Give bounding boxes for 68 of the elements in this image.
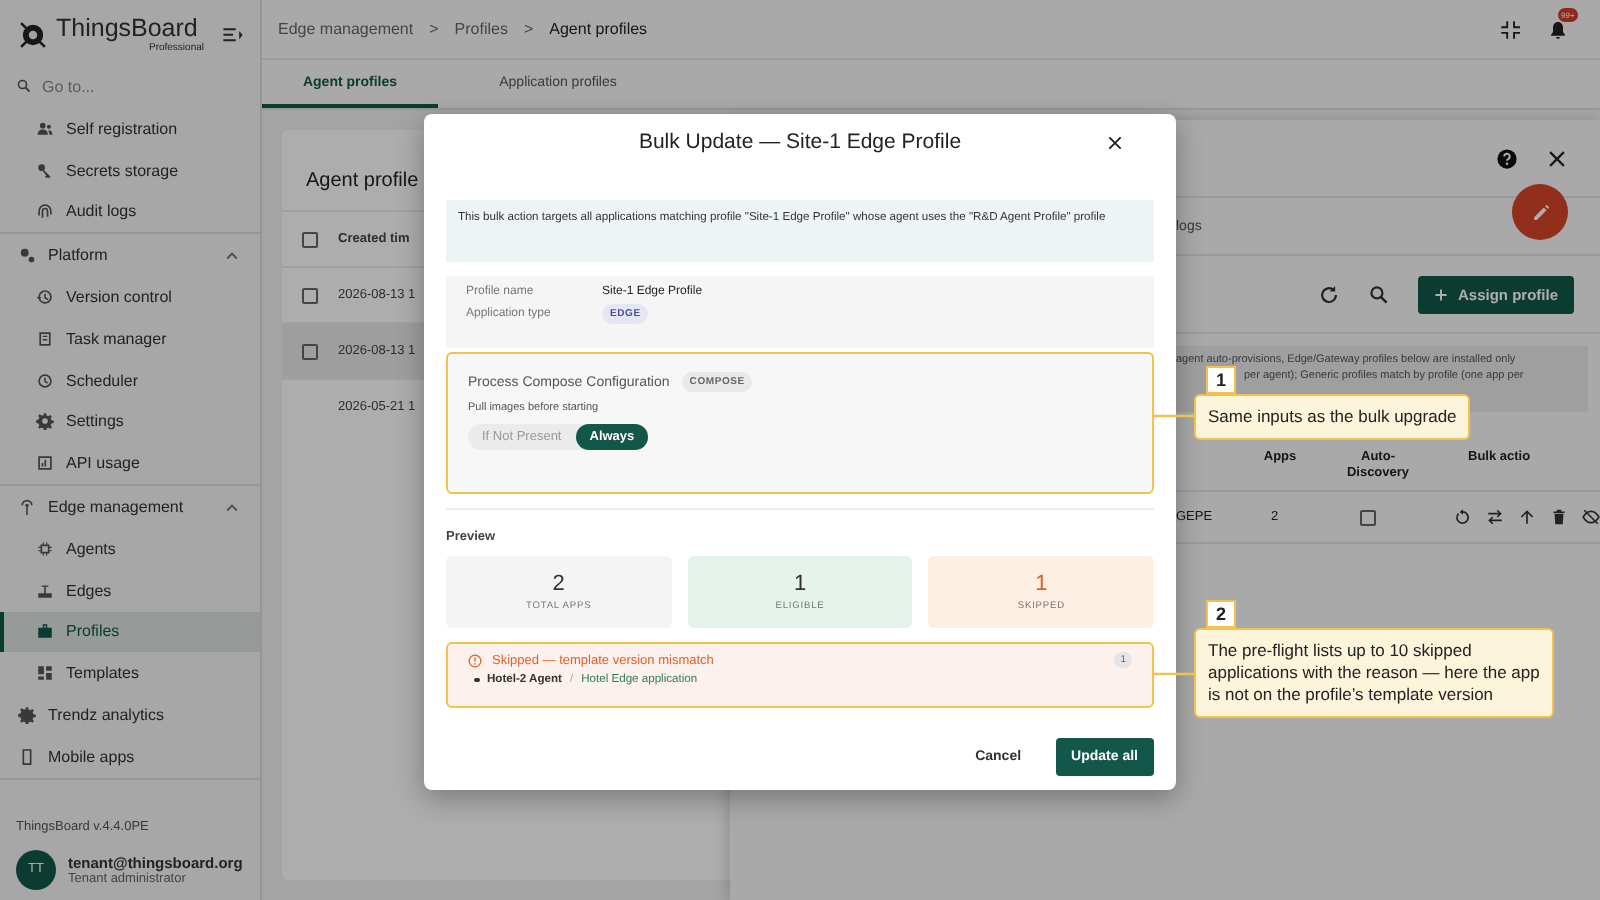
nav-item[interactable]: Edges (0, 569, 260, 612)
restart-icon[interactable] (1454, 508, 1472, 526)
callout-text: Same inputs as the bulk upgrade (1194, 394, 1471, 440)
visibility-off-icon[interactable] (1582, 508, 1600, 526)
callout-number: 1 (1206, 366, 1237, 394)
bullet-dot (474, 677, 479, 683)
refresh-icon[interactable] (1317, 283, 1340, 305)
breadcrumb-item[interactable]: Edge management (278, 20, 414, 38)
arrow-up-icon[interactable] (1518, 508, 1536, 526)
nav-item[interactable]: Trendz analytics (0, 694, 260, 736)
clock-icon (36, 371, 54, 390)
nav-item[interactable]: Settings (0, 401, 260, 443)
pencil-icon (1529, 201, 1551, 223)
nav-item[interactable]: Platform (0, 234, 260, 277)
search-field[interactable]: Go to... (42, 77, 222, 95)
logo-name: ThingsBoard (56, 16, 200, 42)
close-icon[interactable] (1546, 147, 1568, 169)
swap-icon[interactable] (1486, 508, 1504, 526)
history-icon (36, 288, 54, 307)
warning-icon (468, 653, 482, 667)
trash-icon[interactable] (1550, 508, 1568, 526)
nav-item[interactable]: Mobile apps (0, 735, 260, 778)
nav-item[interactable]: API usage (0, 442, 260, 485)
nav-item[interactable]: Agents (0, 527, 260, 570)
close-icon[interactable] (1106, 133, 1124, 151)
search-icon[interactable] (1367, 283, 1390, 305)
checkbox[interactable] (302, 287, 318, 303)
nav-item[interactable]: Profiles (0, 611, 260, 653)
fingerprint-icon (36, 202, 54, 221)
stat-value: 1 (793, 572, 807, 596)
checkbox[interactable] (302, 343, 318, 359)
nav-item[interactable]: Templates (0, 652, 260, 695)
document-icon (36, 329, 54, 348)
nav-item[interactable]: Secrets storage (0, 149, 260, 192)
menu-collapse-icon[interactable] (222, 24, 244, 46)
breadcrumb-item[interactable]: Agent profiles (549, 20, 648, 38)
nav-item[interactable]: Task manager (0, 317, 260, 360)
key-icon (36, 161, 54, 180)
breadcrumb-separator: > (429, 20, 439, 38)
callout-text: The pre-flight lists up to 10 skipped applications with the reason — here the app is not on the profile’s template version (1194, 628, 1554, 718)
router-icon (36, 581, 54, 600)
dialog-title: Bulk Update — Site-1 Edge Profile (638, 130, 962, 154)
callout-number: 2 (1206, 600, 1237, 628)
nav-item[interactable]: Version control (0, 276, 260, 318)
briefcase-icon (36, 622, 54, 641)
breadcrumb-item[interactable]: Profiles (454, 20, 508, 38)
phone-icon (18, 747, 36, 766)
checkbox[interactable] (1359, 509, 1376, 525)
chip-icon (36, 539, 54, 558)
notification-bell-icon[interactable] (1548, 19, 1568, 39)
checkbox[interactable] (302, 231, 318, 247)
nav-item[interactable]: Scheduler (0, 359, 260, 402)
grid-icon (36, 664, 54, 683)
nav-item[interactable]: Edge management (0, 486, 260, 528)
search-icon (16, 78, 32, 94)
people-icon (36, 119, 54, 138)
help-icon[interactable] (1496, 147, 1518, 169)
nav-item[interactable]: Audit logs (0, 191, 260, 233)
plus-icon (1433, 287, 1448, 301)
chart-icon (36, 454, 54, 473)
nav-item[interactable]: Self registration (0, 108, 260, 150)
stat-value: 2 (552, 572, 565, 596)
fullscreen-exit-icon[interactable] (1500, 19, 1520, 39)
breadcrumb-separator: > (523, 20, 534, 38)
stat-value: 1 (1035, 572, 1048, 596)
antenna-icon (18, 498, 36, 517)
logo-icon (16, 18, 50, 52)
panel-title: Agent profile (306, 170, 419, 192)
